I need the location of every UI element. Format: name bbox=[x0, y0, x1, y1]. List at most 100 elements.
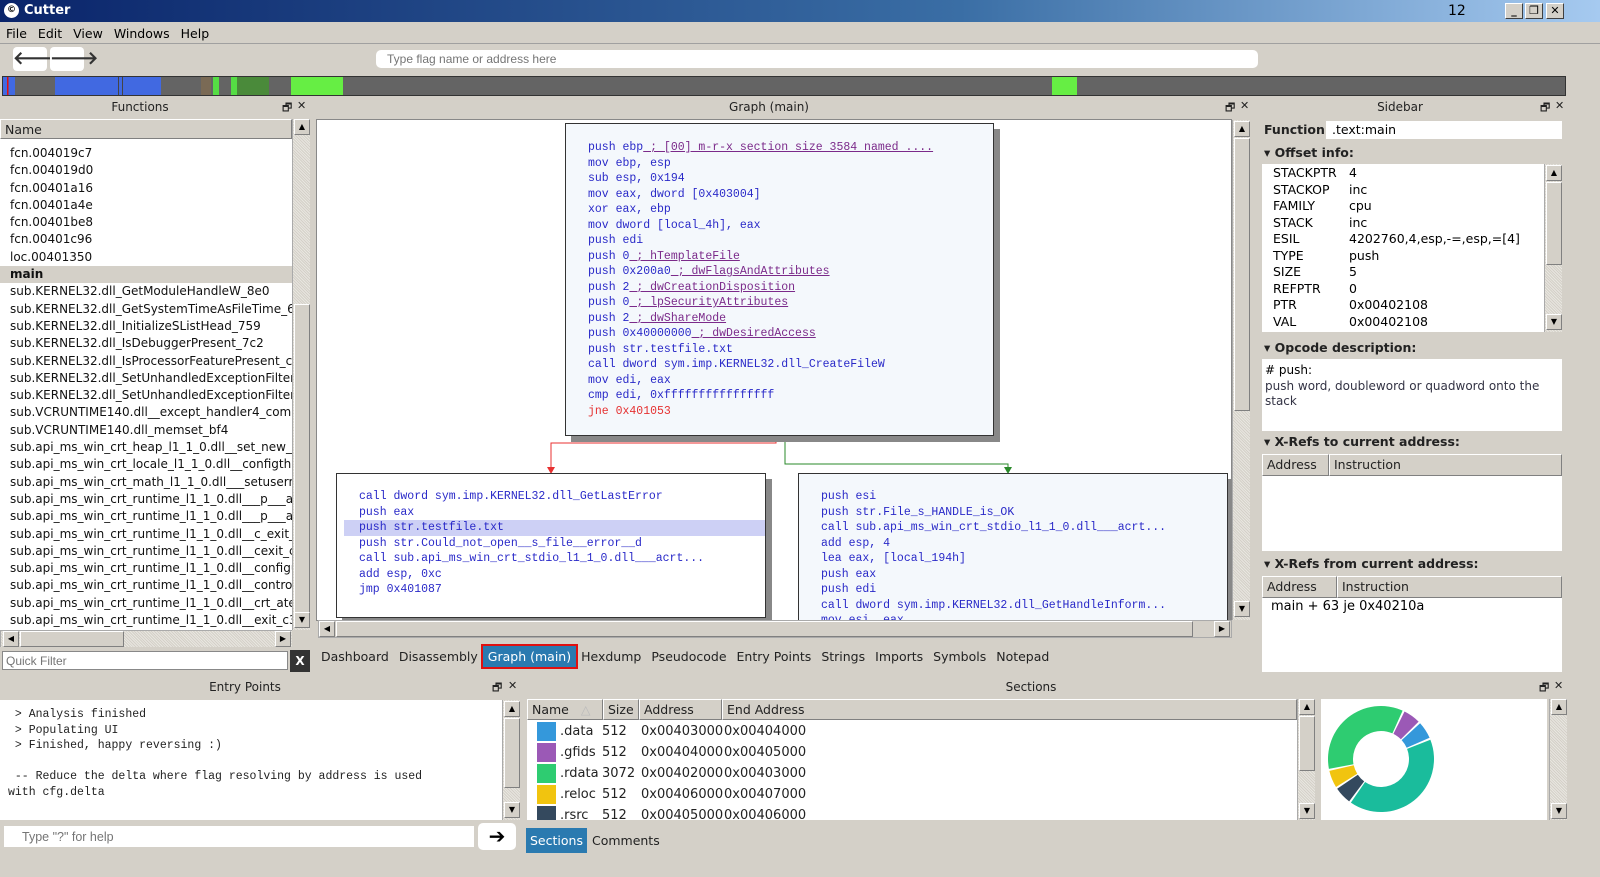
tab-dashboard[interactable]: Dashboard bbox=[316, 646, 394, 667]
basic-block-main[interactable]: push ebp ; [00] m-r-x section size 3584 … bbox=[565, 123, 994, 436]
offset-info-scrollbar[interactable]: ▲ ▼ bbox=[1544, 164, 1562, 332]
forward-button[interactable]: 🡒 bbox=[50, 47, 98, 71]
column-header-size[interactable]: Size bbox=[603, 699, 639, 720]
function-list-item[interactable]: sub.api_ms_win_crt_locale_l1_1_0.dll__co… bbox=[0, 456, 292, 473]
offset-info-row[interactable]: STACKOP inc bbox=[1273, 182, 1544, 199]
instruction-line[interactable]: push eax bbox=[344, 505, 765, 521]
function-list-item[interactable]: loc.00401350 bbox=[0, 249, 292, 266]
function-list-item[interactable]: sub.KERNEL32.dll_GetSystemTimeAsFileTime… bbox=[0, 301, 292, 318]
graph-canvas[interactable]: push ebp ; [00] m-r-x section size 3584 … bbox=[316, 119, 1232, 621]
menu-help[interactable]: Help bbox=[175, 22, 215, 41]
column-header-name[interactable]: Name bbox=[0, 119, 292, 139]
donut-scrollbar[interactable]: ▲ ▼ bbox=[1549, 699, 1567, 820]
xrefs-from-header[interactable]: ▾ X-Refs from current address: bbox=[1264, 556, 1479, 571]
tab-pseudocode[interactable]: Pseudocode bbox=[646, 646, 731, 667]
function-list-item[interactable]: fcn.00401a16 bbox=[0, 180, 292, 197]
functions-vscrollbar[interactable]: ▲ ▼ bbox=[292, 119, 310, 630]
console-scrollbar[interactable]: ▲ ▼ bbox=[502, 700, 520, 820]
tab-hexdump[interactable]: Hexdump bbox=[576, 646, 646, 667]
instruction-line[interactable]: push str.Could_not_open__s_file__error__… bbox=[344, 536, 765, 552]
instruction-line[interactable]: mov dword [local_4h], eax bbox=[588, 218, 993, 234]
instruction-line[interactable]: mov eax, dword [0x403004] bbox=[588, 187, 993, 203]
tab-entry-points[interactable]: Entry Points bbox=[732, 646, 817, 667]
menu-windows[interactable]: Windows bbox=[108, 22, 175, 41]
instruction-line[interactable]: jne 0x401053 bbox=[588, 404, 993, 420]
address-search-input[interactable] bbox=[376, 50, 1258, 68]
function-list-item[interactable]: sub.KERNEL32.dll_SetUnhandledExceptionFi… bbox=[0, 387, 292, 404]
instruction-line[interactable]: mov ebp, esp bbox=[588, 156, 993, 172]
quick-filter-input[interactable] bbox=[2, 651, 288, 670]
instruction-line[interactable]: add esp, 0xc bbox=[344, 567, 765, 583]
instruction-line[interactable]: call sub.api_ms_win_crt_stdio_l1_1_0.dll… bbox=[821, 520, 1227, 536]
xrefs-to-header[interactable]: ▾ X-Refs to current address: bbox=[1264, 434, 1460, 449]
function-list-item[interactable]: sub.KERNEL32.dll_InitializeSListHead_759 bbox=[0, 318, 292, 335]
function-list-item[interactable]: sub.KERNEL32.dll_IsDebuggerPresent_7c2 bbox=[0, 335, 292, 352]
offset-info-row[interactable]: STACK inc bbox=[1273, 215, 1544, 232]
tab-imports[interactable]: Imports bbox=[870, 646, 928, 667]
instruction-line[interactable]: call dword sym.imp.KERNEL32.dll_GetLastE… bbox=[344, 489, 765, 505]
basic-block-ok[interactable]: push esi push str.File_s_HANDLE_is_OK call… bbox=[798, 473, 1228, 620]
instruction-line[interactable]: xor eax, ebp bbox=[588, 202, 993, 218]
offset-info-row[interactable]: ESIL 4202760,4,esp,-=,esp,=[4] bbox=[1273, 231, 1544, 248]
function-list-item[interactable]: sub.api_ms_win_crt_runtime_l1_1_0.dll__c… bbox=[0, 526, 292, 543]
function-list-item[interactable]: sub.api_ms_win_crt_runtime_l1_1_0.dll__c… bbox=[0, 577, 292, 594]
instruction-line[interactable]: push esi bbox=[821, 489, 1227, 505]
instruction-line[interactable]: push edi bbox=[588, 233, 993, 249]
column-header-instruction[interactable]: Instruction bbox=[1337, 576, 1562, 598]
tab-strings[interactable]: Strings bbox=[816, 646, 870, 667]
section-row[interactable]: .data 512 0x004030000x00404000 bbox=[537, 721, 806, 742]
restore-button[interactable]: ❐ bbox=[1525, 3, 1543, 19]
function-list-item[interactable]: sub.KERNEL32.dll_SetUnhandledExceptionFi… bbox=[0, 370, 292, 387]
clear-filter-button[interactable]: X bbox=[290, 650, 310, 672]
instruction-line[interactable]: sub esp, 0x194 bbox=[588, 171, 993, 187]
offset-info-row[interactable]: SIZE 5 bbox=[1273, 264, 1544, 281]
section-row[interactable]: .gfids 512 0x004040000x00405000 bbox=[537, 742, 806, 763]
section-row[interactable]: .rsrc 512 0x004050000x00406000 bbox=[537, 805, 806, 820]
float-dock-icon[interactable]: 🗗 bbox=[492, 679, 502, 698]
instruction-line[interactable]: call sub.api_ms_win_crt_stdio_l1_1_0.dll… bbox=[344, 551, 765, 567]
menu-edit[interactable]: Edit bbox=[32, 22, 67, 41]
execute-button[interactable]: ➔ bbox=[478, 823, 516, 850]
instruction-line[interactable]: call dword sym.imp.KERNEL32.dll_GetHandl… bbox=[821, 598, 1227, 614]
offset-info-header[interactable]: ▾ Offset info: bbox=[1264, 145, 1354, 160]
tab-symbols[interactable]: Symbols bbox=[928, 646, 991, 667]
menu-view[interactable]: View bbox=[67, 22, 108, 41]
offset-info-row[interactable]: TYPE push bbox=[1273, 248, 1544, 265]
float-dock-icon[interactable]: 🗗 bbox=[1540, 99, 1550, 118]
console-input[interactable] bbox=[4, 826, 474, 847]
instruction-line[interactable]: push 0 ; hTemplateFile bbox=[588, 249, 993, 265]
graph-vscrollbar[interactable]: ▲ ▼ bbox=[1232, 120, 1250, 620]
function-list-item[interactable]: sub.KERNEL32.dll_IsProcessorFeaturePrese… bbox=[0, 353, 292, 370]
instruction-line[interactable]: push 0x40000000 ; dwDesiredAccess bbox=[588, 326, 993, 342]
instruction-line[interactable]: cmp edi, 0xffffffffffffffff bbox=[588, 388, 993, 404]
instruction-line[interactable]: push eax bbox=[821, 567, 1227, 583]
instruction-line[interactable]: push 2 ; dwShareMode bbox=[588, 311, 993, 327]
instruction-line[interactable]: push 2 ; dwCreationDisposition bbox=[588, 280, 993, 296]
function-list-item[interactable]: sub.api_ms_win_crt_runtime_l1_1_0.dll___… bbox=[0, 508, 292, 525]
offset-info-row[interactable]: PTR 0x00402108 bbox=[1273, 297, 1544, 314]
opcode-header[interactable]: ▾ Opcode description: bbox=[1264, 340, 1416, 355]
tab-comments[interactable]: Comments bbox=[587, 830, 665, 851]
float-dock-icon[interactable]: 🗗 bbox=[1539, 679, 1549, 698]
minimize-button[interactable]: _ bbox=[1505, 3, 1523, 19]
sections-scrollbar[interactable]: ▲ ▼ bbox=[1297, 699, 1315, 820]
instruction-line[interactable]: push 0 ; lpSecurityAttributes bbox=[588, 295, 993, 311]
column-header-address[interactable]: Address bbox=[1262, 576, 1337, 598]
function-list-item[interactable]: fcn.00401c96 bbox=[0, 231, 292, 248]
function-list-item[interactable]: sub.api_ms_win_crt_runtime_l1_1_0.dll__e… bbox=[0, 612, 292, 629]
function-list-item[interactable]: sub.api_ms_win_crt_runtime_l1_1_0.dll___… bbox=[0, 491, 292, 508]
tab-sections[interactable]: Sections bbox=[526, 828, 587, 853]
function-list-item[interactable]: sub.api_ms_win_crt_math_l1_1_0.dll___set… bbox=[0, 474, 292, 491]
instruction-line[interactable]: call dword sym.imp.KERNEL32.dll_CreateFi… bbox=[588, 357, 993, 373]
function-list-item[interactable]: sub.VCRUNTIME140.dll__except_handler4_co… bbox=[0, 404, 292, 421]
close-dock-icon[interactable]: ✕ bbox=[508, 679, 517, 692]
function-list-item[interactable]: fcn.004019d0 bbox=[0, 162, 292, 179]
menu-file[interactable]: File bbox=[0, 22, 32, 41]
instruction-line[interactable]: push 0x200a0 ; dwFlagsAndAttributes bbox=[588, 264, 993, 280]
section-row[interactable]: .rdata 3072 0x004020000x00403000 bbox=[537, 763, 806, 784]
instruction-line[interactable]: lea eax, [local_194h] bbox=[821, 551, 1227, 567]
section-row[interactable]: .reloc 512 0x004060000x00407000 bbox=[537, 784, 806, 805]
xref-row[interactable]: main + 63 je 0x40210a bbox=[1271, 599, 1424, 616]
function-list-item[interactable]: sub.api_ms_win_crt_heap_l1_1_0.dll__set_… bbox=[0, 439, 292, 456]
instruction-line[interactable]: push edi bbox=[821, 582, 1227, 598]
